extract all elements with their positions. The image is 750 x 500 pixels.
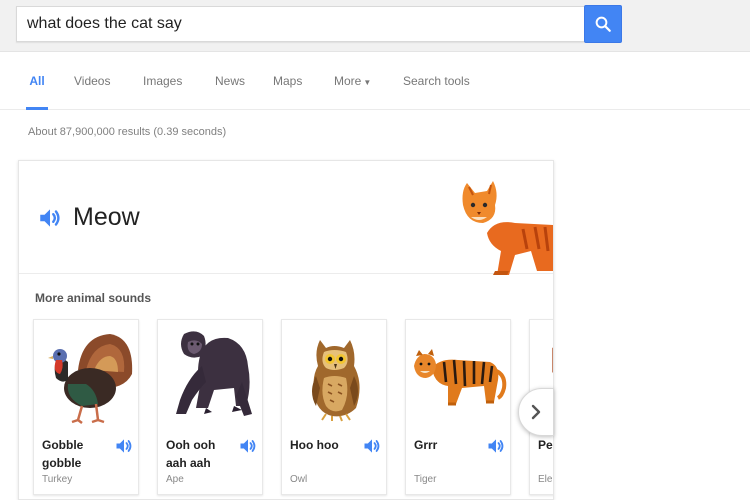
answer-card: Meow More animal sounds Gobble gobble Tu… xyxy=(18,160,554,500)
animal-sound-label: Hoo hoo xyxy=(290,438,339,452)
search-tabs: All Videos Images News Maps More ▼ Search… xyxy=(0,52,750,110)
speaker-icon[interactable] xyxy=(486,436,506,456)
tab-videos[interactable]: Videos xyxy=(74,52,110,110)
tab-images[interactable]: Images xyxy=(143,52,182,110)
search-header xyxy=(0,0,750,52)
animal-name-label: Ele xyxy=(538,474,553,485)
cat-image xyxy=(462,181,553,275)
chevron-right-icon xyxy=(531,404,541,420)
result-stats: About 87,900,000 results (0.39 seconds) xyxy=(28,126,227,138)
speaker-icon[interactable] xyxy=(37,205,63,231)
search-button[interactable] xyxy=(584,5,622,43)
animal-sound-label: Grrr xyxy=(414,438,438,452)
animal-name-label: Turkey xyxy=(42,474,73,485)
speaker-icon[interactable] xyxy=(238,436,258,456)
search-icon xyxy=(595,16,611,32)
animal-name-label: Ape xyxy=(166,474,184,485)
tab-more-label: More xyxy=(334,74,362,88)
tab-all[interactable]: All xyxy=(26,52,48,110)
answer-panel: Meow xyxy=(19,161,553,275)
search-input[interactable] xyxy=(17,7,584,41)
animal-name-label: Tiger xyxy=(414,474,437,485)
owl-image xyxy=(312,340,360,422)
animal-card-ape[interactable]: Ooh ooh aah aah Ape xyxy=(157,319,263,495)
answer-word: Meow xyxy=(73,203,140,231)
tiger-image xyxy=(414,349,507,406)
tab-news[interactable]: News xyxy=(215,52,245,110)
turkey-image xyxy=(48,334,133,424)
animal-sound-label: Gobble gobble xyxy=(42,438,84,470)
animal-sound-label: Ooh ooh aah aah xyxy=(166,438,216,470)
animal-card-tiger[interactable]: Grrr Tiger xyxy=(405,319,511,495)
tab-maps[interactable]: Maps xyxy=(273,52,302,110)
ape-image xyxy=(176,331,252,416)
tab-search-tools[interactable]: Search tools xyxy=(403,52,470,110)
animal-name-label: Owl xyxy=(290,474,308,485)
animal-card-turkey[interactable]: Gobble gobble Turkey xyxy=(33,319,139,495)
tab-more[interactable]: More ▼ xyxy=(334,52,371,110)
animal-sound-label: Pe xyxy=(538,438,553,452)
more-animal-sounds-title: More animal sounds xyxy=(35,291,152,305)
caret-down-icon: ▼ xyxy=(363,78,372,87)
speaker-icon[interactable] xyxy=(114,436,134,456)
search-box xyxy=(16,6,584,42)
animal-card-owl[interactable]: Hoo hoo Owl xyxy=(281,319,387,495)
animal-carousel: Gobble gobble Turkey Ooh ooh aah aah Ape… xyxy=(33,319,553,499)
speaker-icon[interactable] xyxy=(362,436,382,456)
